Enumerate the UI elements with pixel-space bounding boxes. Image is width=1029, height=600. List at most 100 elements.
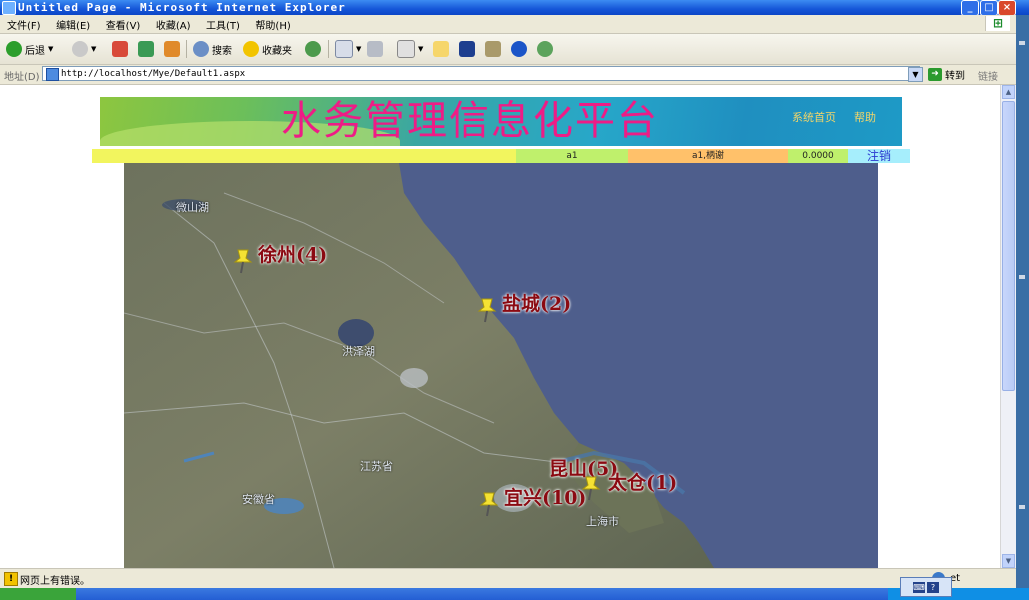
menu-file[interactable]: 文件(F) (2, 15, 46, 32)
marker-label-yancheng[interactable]: 盐城(2) (502, 289, 571, 316)
window-title: Untitled Page - Microsoft Internet Explo… (18, 1, 346, 14)
forward-arrow-icon (72, 41, 88, 57)
links-button[interactable]: 链接 (978, 68, 998, 83)
scroll-down-button[interactable]: ▼ (1002, 554, 1015, 568)
site-banner: 水务管理信息化平台 系统首页 帮助 (100, 97, 902, 146)
place-label: 上海市 (586, 515, 619, 528)
toolbar-separator (328, 40, 329, 58)
menu-tools[interactable]: 工具(T) (201, 15, 245, 32)
stop-icon (112, 41, 128, 57)
close-button[interactable]: × (998, 0, 1016, 16)
place-label: 洪泽湖 (342, 345, 375, 358)
print-icon (367, 41, 383, 57)
menu-view[interactable]: 查看(V) (101, 15, 146, 32)
stop-button[interactable] (112, 39, 128, 59)
scroll-thumb[interactable] (1002, 101, 1015, 391)
back-label: 后退 (25, 45, 45, 57)
search-icon (193, 41, 209, 57)
taskbar (0, 588, 1029, 600)
translate-icon (537, 41, 553, 57)
language-bar[interactable]: ⌨ ? (900, 577, 952, 597)
address-bar: 地址(D) http://localhost/Mye/Default1.aspx… (0, 65, 1016, 85)
desktop-edge-mark (1019, 41, 1025, 45)
mail-button[interactable]: ▼ (335, 39, 361, 59)
scroll-up-button[interactable]: ▲ (1002, 85, 1015, 99)
chevron-down-icon: ▼ (418, 45, 424, 53)
user-info-bar: a1 a1,柄谢 0.0000 注销 (92, 149, 910, 163)
desktop-edge-mark (1019, 275, 1025, 279)
user-name: a1 (516, 149, 628, 163)
search-button[interactable]: 搜索 (193, 39, 232, 59)
status-text: 网页上有错误。 (20, 576, 90, 587)
error-warning-icon[interactable]: ! (4, 572, 18, 586)
research-button[interactable] (459, 39, 475, 59)
print-button[interactable] (367, 39, 383, 59)
back-button[interactable]: 后退 ▼ (6, 39, 53, 59)
map-terrain (124, 163, 878, 568)
home-link[interactable]: 系统首页 (792, 109, 836, 125)
desktop-edge (1016, 15, 1029, 600)
notes-icon (433, 41, 449, 57)
windows-logo-icon: ⊞ (985, 16, 1010, 31)
history-button[interactable] (305, 39, 321, 59)
desktop-edge-mark (1019, 505, 1025, 509)
go-button[interactable]: ➜ 转到 (928, 67, 965, 82)
toolbar-separator (186, 40, 187, 58)
notes-button[interactable] (433, 39, 449, 59)
chevron-down-icon: ▼ (48, 45, 54, 53)
place-label: 微山湖 (176, 201, 209, 214)
go-label: 转到 (945, 71, 965, 82)
refresh-icon (138, 41, 154, 57)
toolbar: 后退 ▼ ▼ 搜索 收藏夹 ▼ ▼ (0, 34, 1016, 65)
edit-icon (397, 40, 415, 58)
help-link[interactable]: 帮助 (854, 109, 876, 125)
marker-label-yixing[interactable]: 宜兴(10) (504, 483, 586, 510)
satellite-map[interactable]: 微山湖 洪泽湖 江苏省 安徽省 上海市 徐州(4) 盐城(2) 昆山(5) 太仓… (124, 163, 878, 568)
ie-icon (2, 1, 16, 15)
menu-help[interactable]: 帮助(H) (250, 15, 295, 32)
info-spacer (92, 149, 516, 163)
status-bar: ! 网页上有错误。 et (0, 568, 1016, 589)
chevron-down-icon: ▼ (356, 45, 362, 53)
favorites-button[interactable]: 收藏夹 (243, 39, 292, 59)
home-button[interactable] (164, 39, 180, 59)
edit-button[interactable]: ▼ (397, 39, 423, 59)
refresh-button[interactable] (138, 39, 154, 59)
forward-button[interactable]: ▼ (72, 39, 96, 59)
star-icon (243, 41, 259, 57)
user-role: a1,柄谢 (628, 149, 788, 163)
bluetooth-icon (511, 41, 527, 57)
page-icon (46, 68, 59, 81)
bluetooth-button[interactable] (511, 39, 527, 59)
favorites-label: 收藏夹 (262, 45, 292, 57)
title-bar: Untitled Page - Microsoft Internet Explo… (0, 0, 1029, 16)
menu-favorites[interactable]: 收藏(A) (151, 15, 196, 32)
user-value: 0.0000 (788, 149, 848, 163)
translate-button[interactable] (537, 39, 553, 59)
pushpin-icon[interactable] (232, 248, 254, 274)
pushpin-icon[interactable] (476, 297, 498, 323)
keyboard-icon[interactable]: ⌨ (913, 581, 925, 593)
marker-label-xuzhou[interactable]: 徐州(4) (258, 240, 327, 267)
maximize-button[interactable]: □ (980, 0, 998, 16)
menu-edit[interactable]: 编辑(E) (51, 15, 95, 32)
vertical-scrollbar[interactable]: ▲ ▼ (1000, 85, 1016, 568)
pushpin-icon[interactable] (478, 491, 500, 517)
logout-link[interactable]: 注销 (848, 149, 910, 163)
place-label: 江苏省 (360, 460, 393, 473)
help-icon[interactable]: ? (927, 581, 939, 593)
messenger-button[interactable] (485, 39, 501, 59)
minimize-button[interactable]: _ (961, 0, 979, 16)
start-button[interactable] (0, 588, 76, 600)
chevron-down-icon: ▼ (91, 45, 97, 53)
messenger-icon (485, 41, 501, 57)
page-content: 水务管理信息化平台 系统首页 帮助 a1 a1,柄谢 0.0000 注销 微山湖… (0, 85, 1000, 568)
address-dropdown-button[interactable]: ▼ (908, 67, 923, 82)
history-icon (305, 41, 321, 57)
address-input[interactable]: http://localhost/Mye/Default1.aspx (42, 66, 920, 81)
back-arrow-icon (6, 41, 22, 57)
menu-bar: 文件(F) 编辑(E) 查看(V) 收藏(A) 工具(T) 帮助(H) ⊞ (0, 15, 1016, 34)
banner-title: 水务管理信息化平台 (281, 98, 659, 144)
marker-label-taicang[interactable]: 太仓(1) (608, 468, 677, 495)
search-label: 搜索 (212, 45, 232, 57)
